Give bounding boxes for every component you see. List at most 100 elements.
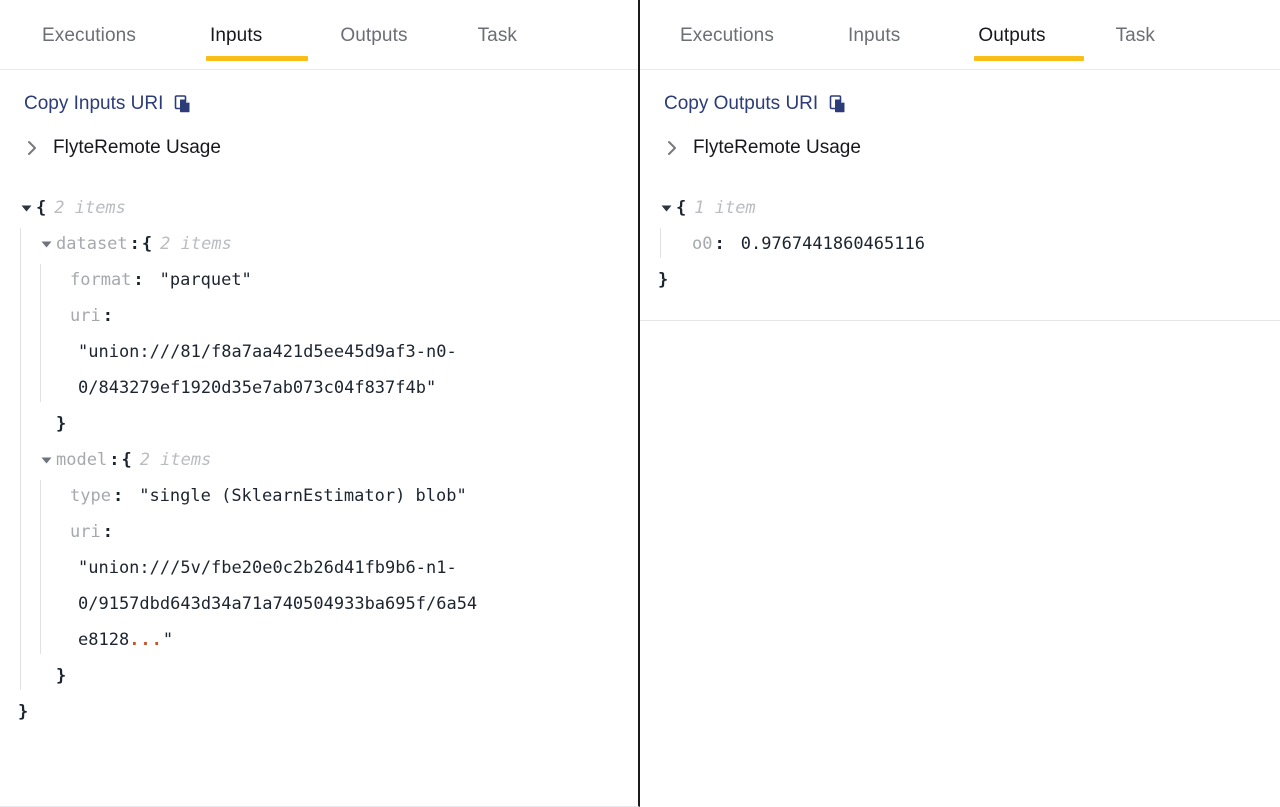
json-colon: : (109, 450, 120, 470)
json-item-count: 2 items (54, 198, 126, 218)
json-model-close: } (38, 658, 638, 694)
json-key: uri (70, 306, 101, 326)
copy-outputs-uri-label: Copy Outputs URI (664, 93, 819, 114)
right-panel-body: Copy Outputs URI FlyteRemote Usage {1 i… (640, 70, 1280, 321)
tab-task[interactable]: Task (1098, 0, 1173, 69)
tab-label: Executions (680, 25, 774, 46)
inputs-panel: Executions Inputs Outputs Task Copy Inpu… (0, 0, 640, 807)
tab-underline (336, 56, 445, 61)
node-label: FlyteRemote Usage (53, 137, 221, 158)
triangle-down-icon[interactable] (658, 190, 674, 226)
json-key: format (70, 270, 132, 290)
json-brace: { (36, 198, 47, 218)
node-label: FlyteRemote Usage (693, 137, 861, 158)
json-value: 0/9157dbd643d34a71a740504933ba695f/6a54 (78, 594, 478, 614)
json-dataset-close: } (38, 406, 638, 442)
json-key: uri (70, 522, 101, 542)
json-key: type (70, 486, 111, 506)
json-brace: } (18, 702, 29, 722)
copy-icon[interactable] (173, 94, 193, 114)
tab-label: Inputs (209, 25, 263, 46)
json-value: "parquet" (159, 270, 252, 290)
json-entry-format[interactable]: format : "parquet" (70, 262, 638, 298)
tab-underline (205, 56, 309, 61)
json-value: "single (SklearnEstimator) blob" (139, 486, 467, 506)
json-brace: } (56, 666, 67, 686)
json-colon: : (133, 270, 144, 290)
json-node-model[interactable]: model : { 2 items (38, 442, 638, 478)
json-uri-value-line: "union:///5v/fbe20e0c2b26d41fb9b6-n1- (70, 550, 638, 586)
tab-label: Executions (42, 25, 136, 46)
json-brace: { (121, 450, 132, 470)
json-entry-uri[interactable]: uri : (70, 514, 638, 550)
tab-label: Inputs (847, 25, 901, 46)
tab-underline (844, 56, 946, 61)
json-item-count: 2 items (160, 234, 232, 254)
json-value: "union:///5v/fbe20e0c2b26d41fb9b6-n1- (78, 558, 457, 578)
triangle-down-icon[interactable] (18, 190, 34, 226)
json-colon: : (102, 306, 113, 326)
json-uri-value-line: "union:///81/f8a7aa421d5ee45d9af3-n0- (70, 334, 638, 370)
outputs-panel: Executions Inputs Outputs Task Copy Outp… (640, 0, 1280, 807)
json-value: " (162, 630, 174, 650)
tab-task[interactable]: Task (460, 0, 535, 69)
triangle-down-icon[interactable] (38, 226, 54, 262)
json-uri-value-line-truncated[interactable]: e8128 ... " (70, 622, 638, 658)
dual-panel-view: Executions Inputs Outputs Task Copy Inpu… (0, 0, 1280, 807)
chevron-right-icon[interactable] (664, 138, 680, 158)
tab-label: Task (1115, 25, 1156, 46)
tab-outputs[interactable]: Outputs (322, 0, 459, 69)
json-brace: { (676, 198, 687, 218)
copy-inputs-uri-label: Copy Inputs URI (24, 93, 164, 114)
right-tabbar: Executions Inputs Outputs Task (640, 0, 1280, 70)
chevron-right-icon[interactable] (24, 138, 40, 158)
copy-outputs-uri-button[interactable]: Copy Outputs URI (640, 70, 848, 116)
tab-outputs[interactable]: Outputs (960, 0, 1097, 69)
left-tabbar: Executions Inputs Outputs Task (0, 0, 638, 70)
json-value: 0.9767441860465116 (740, 234, 925, 254)
json-key: model (56, 450, 108, 470)
tab-underline (38, 56, 178, 61)
copy-icon[interactable] (828, 94, 848, 114)
json-dataset-children: format : "parquet" uri : "union:///81/f8… (38, 262, 638, 406)
json-uri-value-line: 0/9157dbd643d34a71a740504933ba695f/6a54 (70, 586, 638, 622)
tab-underline (474, 56, 521, 61)
json-root-open[interactable]: { 1 item (658, 190, 1280, 226)
triangle-down-icon[interactable] (38, 442, 54, 478)
ellipsis-icon[interactable]: ... (129, 622, 163, 658)
tab-underline (676, 56, 816, 61)
json-colon: : (714, 234, 725, 254)
tab-inputs[interactable]: Inputs (830, 0, 960, 69)
json-root-children: dataset : { 2 items format : "parquet" u… (18, 226, 638, 694)
tab-executions[interactable]: Executions (662, 0, 830, 69)
json-value: 0/843279ef1920d35e7ab073c04f837f4b" (78, 378, 437, 398)
json-root-open[interactable]: { 2 items (18, 190, 638, 226)
json-root-close: } (18, 694, 638, 730)
json-model-children: type : "single (SklearnEstimator) blob" … (38, 478, 638, 658)
tab-inputs[interactable]: Inputs (192, 0, 322, 69)
json-entry-uri[interactable]: uri : (70, 298, 638, 334)
node-flyteremote-usage[interactable]: FlyteRemote Usage (0, 116, 221, 160)
json-entry-o0[interactable]: o0 : 0.9767441860465116 (678, 226, 1280, 262)
json-brace: } (56, 414, 67, 434)
json-colon: : (112, 486, 124, 506)
tab-label: Outputs (340, 25, 408, 46)
json-value: "union:///81/f8a7aa421d5ee45d9af3-n0- (78, 342, 457, 362)
json-root-children: o0 : 0.9767441860465116 (658, 226, 1280, 262)
node-flyteremote-usage[interactable]: FlyteRemote Usage (640, 116, 861, 160)
json-entry-type[interactable]: type : "single (SklearnEstimator) blob" (70, 478, 638, 514)
json-uri-value-line: 0/843279ef1920d35e7ab073c04f837f4b" (70, 370, 638, 406)
tab-executions[interactable]: Executions (24, 0, 192, 69)
inputs-json-viewer: { 2 items dataset : { 2 items format: "… (0, 190, 638, 730)
json-key: dataset (56, 234, 128, 254)
json-colon: : (129, 234, 140, 254)
tab-label: Task (477, 25, 518, 46)
json-brace: } (658, 270, 669, 290)
json-brace: { (141, 234, 153, 254)
left-panel-body: Copy Inputs URI FlyteRemote Usage {2 it… (0, 70, 638, 730)
json-colon: : (102, 522, 113, 542)
json-item-count: 2 items (139, 450, 212, 470)
json-node-dataset[interactable]: dataset : { 2 items (38, 226, 638, 262)
json-value: e8128 (78, 630, 130, 650)
copy-inputs-uri-button[interactable]: Copy Inputs URI (0, 70, 193, 116)
